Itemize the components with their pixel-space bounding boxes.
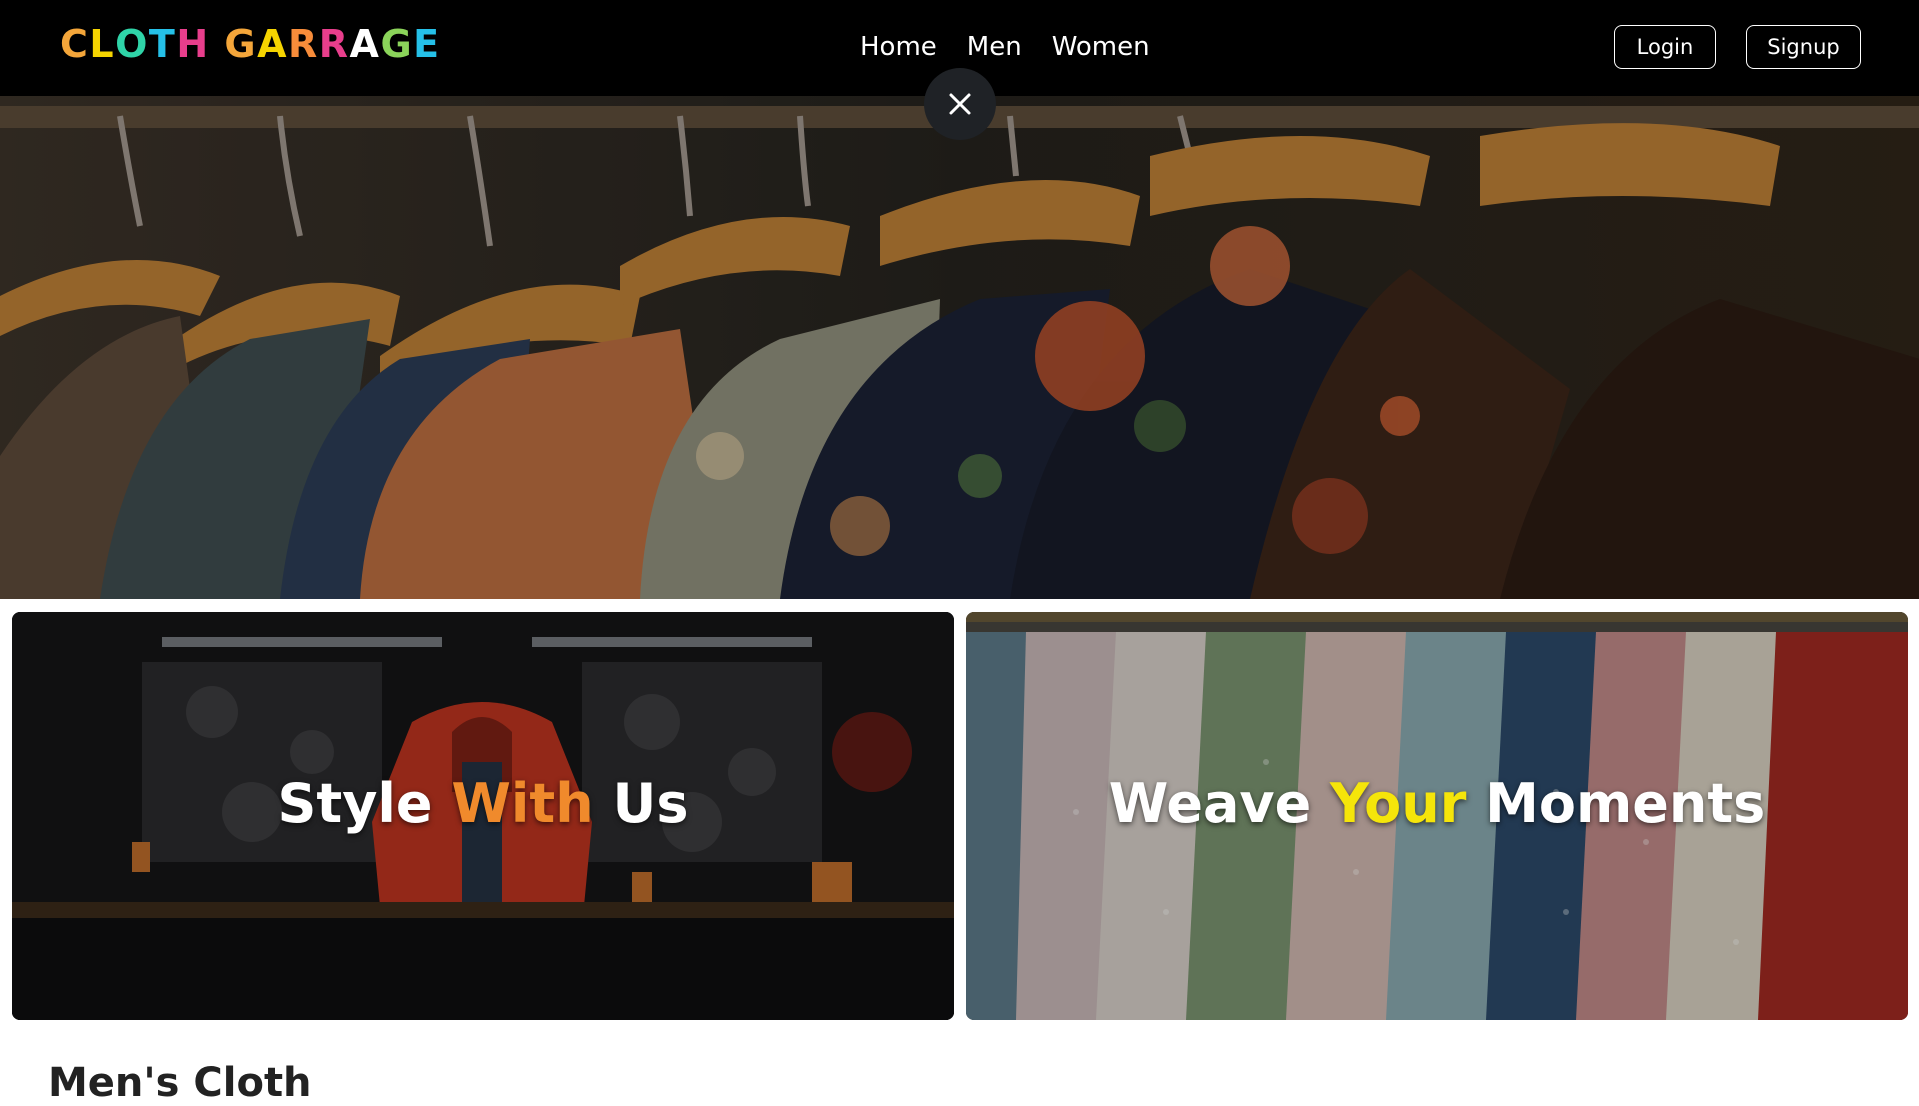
signup-button[interactable]: Signup bbox=[1746, 25, 1861, 69]
brand-logo-letter: G bbox=[224, 22, 258, 66]
section-title: Men's Cloth bbox=[48, 1060, 312, 1106]
brand-logo-letter bbox=[210, 22, 225, 66]
brand-logo-letter: R bbox=[318, 22, 350, 66]
brand-logo-letter: A bbox=[349, 22, 381, 66]
brand-logo-letter: L bbox=[89, 22, 116, 66]
men-promo-card[interactable]: Style With Us bbox=[12, 612, 954, 1020]
brand-logo-letter: T bbox=[148, 22, 177, 66]
login-button[interactable]: Login bbox=[1614, 25, 1716, 69]
caption-word: Us bbox=[612, 772, 689, 835]
brand-logo[interactable]: CLOTH GARRAGE bbox=[60, 22, 441, 66]
caption-word: Style bbox=[277, 772, 433, 835]
close-icon bbox=[949, 93, 971, 115]
brand-logo-letter: G bbox=[380, 22, 414, 66]
hero-banner-image bbox=[0, 96, 1919, 599]
nav-link-women[interactable]: Women bbox=[1052, 32, 1150, 62]
brand-logo-letter: A bbox=[257, 22, 289, 66]
brand-logo-letter: H bbox=[176, 22, 210, 66]
nav-link-home[interactable]: Home bbox=[860, 32, 937, 62]
caption-accent-word: With bbox=[451, 772, 594, 835]
women-card-caption: Weave Your Moments bbox=[966, 772, 1908, 835]
brand-logo-letter: R bbox=[288, 22, 319, 66]
nav-link-men[interactable]: Men bbox=[967, 32, 1022, 62]
men-card-caption: Style With Us bbox=[12, 772, 954, 835]
close-button[interactable] bbox=[924, 68, 996, 140]
nav-links: Home Men Women bbox=[860, 32, 1150, 62]
brand-logo-letter: C bbox=[60, 22, 90, 66]
women-promo-card[interactable]: Weave Your Moments bbox=[966, 612, 1908, 1020]
caption-accent-word: Your bbox=[1330, 772, 1467, 835]
caption-word: Moments bbox=[1485, 772, 1766, 835]
caption-word: Weave bbox=[1108, 772, 1312, 835]
brand-logo-letter: O bbox=[115, 22, 149, 66]
brand-logo-letter: E bbox=[413, 22, 441, 66]
